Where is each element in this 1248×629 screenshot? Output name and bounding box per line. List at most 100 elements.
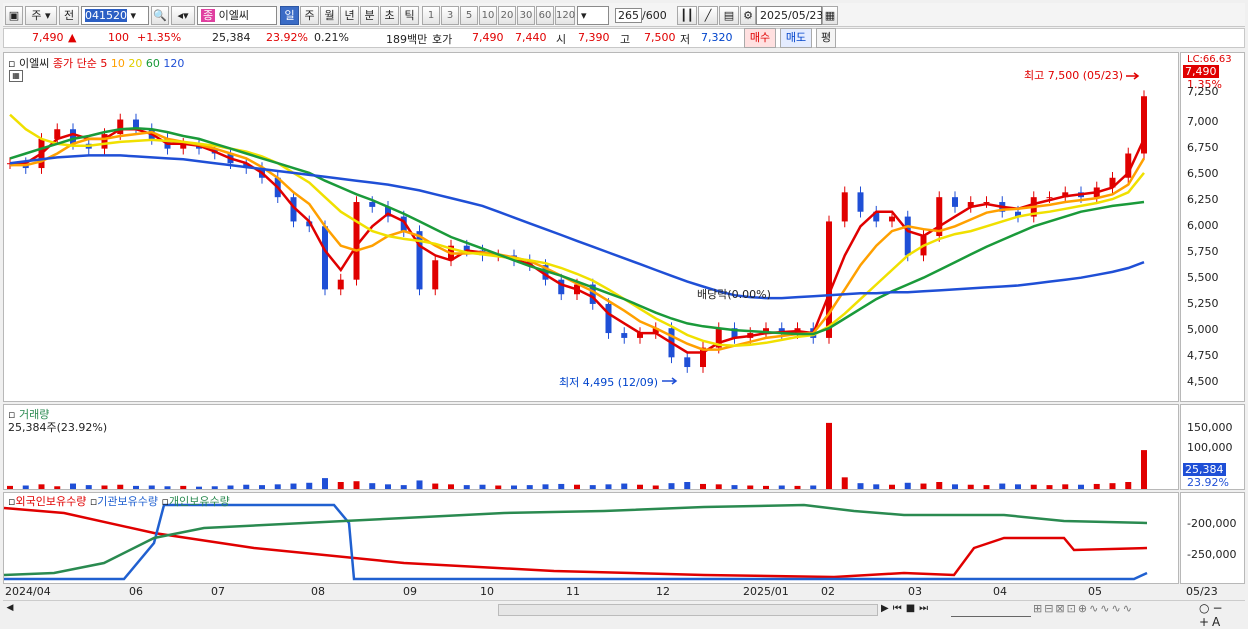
date-input[interactable]: 2025/05/23 xyxy=(756,6,823,25)
interval-60[interactable]: 60 xyxy=(536,6,554,25)
volume-bar xyxy=(558,483,565,489)
last-volume-pct: 23.92% xyxy=(1187,476,1229,489)
volume-bar xyxy=(778,485,785,489)
chart-menu-icon[interactable]: ▣ xyxy=(5,6,23,25)
hold-tick-250000: -250,000 xyxy=(1187,548,1237,561)
volume-bar xyxy=(211,486,218,489)
save-icon[interactable]: ▤ xyxy=(719,6,739,25)
volume-bar xyxy=(1093,483,1100,489)
dividend-annotation: 배당락(0.00%) xyxy=(697,288,771,301)
volume-bar xyxy=(148,485,155,489)
volume-bar xyxy=(259,485,265,489)
stock-tag-icon: 종 xyxy=(201,9,216,22)
interval-5[interactable]: 5 xyxy=(460,6,478,25)
price-candle xyxy=(353,202,360,280)
price-candle xyxy=(605,303,612,334)
low-label: 저 xyxy=(680,33,691,46)
price-chart[interactable] xyxy=(4,53,1180,403)
volume-bar xyxy=(605,484,612,489)
legend-ma120: 120 xyxy=(163,57,185,70)
volume-chart[interactable] xyxy=(4,405,1180,491)
x-tick-label: 2025/01 xyxy=(743,585,789,598)
tab-day[interactable]: 일 xyxy=(280,6,299,25)
volume-bar xyxy=(763,485,769,489)
gear-icon[interactable]: ⚙ xyxy=(740,6,756,25)
x-tick-label: 03 xyxy=(908,585,922,598)
individual-square-icon: ▫ xyxy=(161,495,169,508)
volume-bar xyxy=(1015,484,1021,489)
volume-panel[interactable]: ▫ 거래량 25,384주(23.92%) xyxy=(3,404,1179,490)
open-value: 7,390 xyxy=(578,31,610,44)
volume-bar xyxy=(952,484,958,489)
stock-name: 이엘씨 xyxy=(218,9,249,22)
price-candle xyxy=(952,197,958,207)
volume-bar xyxy=(117,484,124,489)
interval-custom-select[interactable]: ▾ xyxy=(577,6,609,25)
legend-individual: 개인보유수량 xyxy=(168,495,230,508)
scroll-thumb[interactable] xyxy=(498,604,878,616)
count-value[interactable]: 265 xyxy=(615,8,642,23)
scroll-left-icon[interactable]: ◀ xyxy=(3,603,17,617)
price-candle xyxy=(826,221,832,338)
table-icon[interactable]: ▦ xyxy=(9,70,23,82)
volume-bar xyxy=(337,482,344,489)
tab-tick[interactable]: 틱 xyxy=(400,6,419,25)
interval-3[interactable]: 3 xyxy=(441,6,459,25)
period-type-select[interactable]: 주 ▾ xyxy=(25,6,57,25)
tool-icons[interactable]: ⊞⊟⊠⊡⊕∿∿∿∿ xyxy=(1033,602,1134,615)
buy-button[interactable]: 매수 xyxy=(744,28,776,48)
candle-icon[interactable]: ┃┃ xyxy=(677,6,697,25)
interval-1[interactable]: 1 xyxy=(422,6,440,25)
volume-bar xyxy=(621,483,628,489)
sell-button[interactable]: 매도 xyxy=(780,28,812,48)
price-candle xyxy=(369,202,376,207)
volume-bar xyxy=(180,485,187,489)
tab-month[interactable]: 월 xyxy=(320,6,339,25)
tab-minute[interactable]: 분 xyxy=(360,6,379,25)
eval-button[interactable]: 평 xyxy=(816,28,836,48)
volume-bar xyxy=(794,485,801,489)
lc-label: LC:66.63 xyxy=(1187,54,1232,65)
vol-tick-150000: 150,000 xyxy=(1187,421,1233,434)
price-change: 100 xyxy=(108,31,129,44)
ma-20-line xyxy=(9,113,1145,347)
tab-second[interactable]: 초 xyxy=(380,6,399,25)
tab-week[interactable]: 주 xyxy=(300,6,319,25)
x-tick-label: 10 xyxy=(480,585,494,598)
price-candle xyxy=(337,279,344,290)
tick-6750: 6,750 xyxy=(1187,141,1219,154)
volume-bar xyxy=(574,484,580,489)
vol-tick-100000: 100,000 xyxy=(1187,441,1233,454)
stock-name-field[interactable]: 종 이엘씨 xyxy=(197,6,277,25)
tab-year[interactable]: 년 xyxy=(340,6,359,25)
hold-tick-200000: -200,000 xyxy=(1187,517,1237,530)
draw-line-icon[interactable]: ╱ xyxy=(698,6,718,25)
current-price: 7,490 xyxy=(32,31,64,44)
volume-bar xyxy=(133,485,139,489)
volume-bar xyxy=(715,484,722,489)
interval-20[interactable]: 20 xyxy=(498,6,516,25)
high-arrow-icon xyxy=(1126,72,1140,80)
high-label: 고 xyxy=(620,33,631,46)
speaker-icon[interactable]: ◂▾ xyxy=(171,6,195,25)
interval-120[interactable]: 120 xyxy=(555,6,575,25)
interval-30[interactable]: 30 xyxy=(517,6,535,25)
calendar-icon[interactable]: ▦ xyxy=(822,6,838,25)
volume-bar xyxy=(542,484,549,489)
search-icon[interactable]: 🔍 xyxy=(151,6,169,25)
code-input[interactable]: 041520 ▾ xyxy=(81,6,149,25)
zoom-icons[interactable]: ○−+A xyxy=(1199,601,1245,629)
volume-bar xyxy=(668,483,675,489)
amount-value: 189백만 xyxy=(386,33,428,46)
prev-button[interactable]: 전 xyxy=(59,6,79,25)
zoom-slider[interactable] xyxy=(951,603,1031,617)
volume-bar xyxy=(873,484,880,489)
volume-bar xyxy=(857,483,864,489)
price-panel[interactable]: ▫ 이엘씨 종가 단순 5 10 20 60 120 ▦ 최고 7,500 (0… xyxy=(3,52,1179,402)
holdings-panel[interactable]: ▫외국인보유수량 ▫기관보유수량 ▫개인보유수량 xyxy=(3,492,1179,584)
interval-10[interactable]: 10 xyxy=(479,6,497,25)
up-arrow-icon: ▲ xyxy=(68,31,77,44)
tick-7000: 7,000 xyxy=(1187,115,1219,128)
ratio-value: 0.21% xyxy=(314,31,349,44)
playback-controls[interactable]: ▶⏮■⏭ xyxy=(881,603,932,614)
